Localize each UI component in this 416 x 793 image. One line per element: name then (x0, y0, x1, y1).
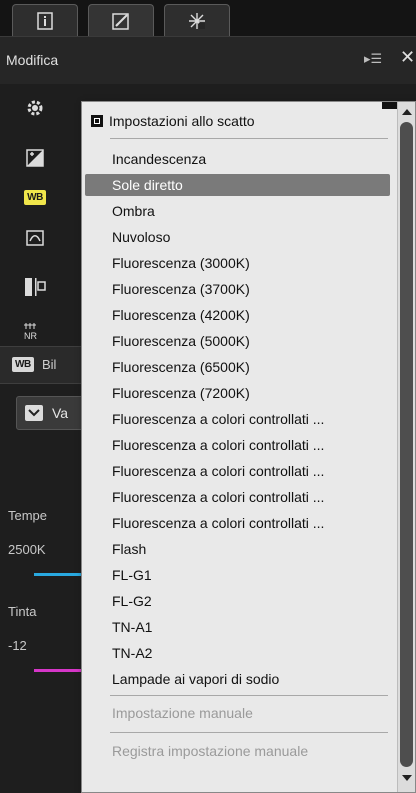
scroll-down-icon[interactable] (398, 770, 415, 786)
menu-item[interactable]: Fluorescenza a colori controllati ... (85, 486, 390, 508)
white-balance-mode-select[interactable]: Va (16, 396, 90, 430)
tint-label: Tinta (8, 604, 37, 619)
menu-item[interactable]: TN-A2 (85, 642, 390, 664)
popup-notch (382, 102, 398, 109)
info-icon (37, 11, 53, 30)
tint-slider[interactable] (34, 669, 84, 672)
menu-separator (110, 732, 388, 733)
menu-item-disabled: Registra impostazione manuale (112, 743, 309, 759)
menu-item[interactable]: Flash (85, 538, 390, 560)
menu-item-disabled: Impostazione manuale (112, 705, 253, 721)
tab-info[interactable] (12, 4, 78, 36)
menu-item[interactable]: Fluorescenza a colori controllati ... (85, 460, 390, 482)
levels-icon[interactable] (22, 274, 48, 300)
menu-item[interactable]: Fluorescenza (4200K) (85, 304, 390, 326)
white-balance-dropdown-menu: Impostazioni allo scatto Incandescenza S… (81, 101, 416, 793)
menu-item[interactable]: Fluorescenza (3000K) (85, 252, 390, 274)
scrollbar-thumb[interactable] (400, 122, 413, 767)
menu-scrollbar[interactable] (397, 102, 415, 792)
menu-item[interactable]: Fluorescenza a colori controllati ... (85, 434, 390, 456)
section-label: Bil (42, 357, 57, 372)
menu-item[interactable]: TN-A1 (85, 616, 390, 638)
menu-item[interactable]: Incandescenza (85, 148, 390, 170)
wb-section-badge: WB (12, 357, 34, 372)
white-balance-section[interactable]: WB Bil (0, 346, 86, 384)
menu-separator (110, 695, 388, 696)
tab-strip (0, 0, 416, 36)
menu-separator (110, 138, 388, 139)
scroll-up-icon[interactable] (398, 104, 415, 120)
menu-item[interactable]: Lampade ai vapori di sodio (85, 668, 390, 690)
wb-badge: WB (24, 189, 46, 205)
menu-item[interactable]: Fluorescenza a colori controllati ... (85, 512, 390, 534)
chevron-down-icon (25, 405, 43, 421)
close-icon[interactable]: ✕ (400, 47, 415, 68)
menu-item[interactable]: Nuvoloso (85, 226, 390, 248)
menu-item-selected[interactable]: Sole diretto (85, 174, 390, 196)
checked-icon (91, 115, 103, 127)
tint-value: -12 (8, 638, 27, 653)
tab-effects[interactable] (164, 4, 230, 36)
menu-item[interactable]: Fluorescenza (5000K) (85, 330, 390, 352)
menu-item[interactable]: Fluorescenza a colori controllati ... (85, 408, 390, 430)
sparkle-icon (189, 12, 205, 29)
menu-item[interactable]: Ombra (85, 200, 390, 222)
edit-icon (112, 12, 129, 30)
tab-edit[interactable] (88, 4, 154, 36)
menu-item-label: Impostazioni allo scatto (109, 113, 255, 129)
exposure-icon[interactable] (22, 145, 48, 171)
white-balance-icon[interactable]: WB (22, 184, 48, 210)
noise-reduction-icon[interactable]: NR (22, 318, 48, 344)
menu-item-shooting-settings[interactable]: Impostazioni allo scatto (85, 110, 390, 132)
panel-menu-icon[interactable]: ▸☰ (364, 51, 382, 67)
temperature-value: 2500K (8, 542, 46, 557)
mode-select-value: Va (52, 405, 69, 421)
menu-item[interactable]: Fluorescenza (3700K) (85, 278, 390, 300)
svg-text:NR: NR (24, 331, 37, 341)
panel-header: Modifica ▸☰ ✕ (0, 36, 416, 84)
menu-item[interactable]: Fluorescenza (6500K) (85, 356, 390, 378)
temperature-label: Tempe (8, 508, 48, 523)
temperature-slider[interactable] (34, 573, 84, 576)
menu-item[interactable]: FL-G2 (85, 590, 390, 612)
picture-control-icon[interactable] (22, 225, 48, 251)
panel-title: Modifica (6, 52, 59, 68)
gear-icon[interactable] (22, 95, 48, 121)
menu-item[interactable]: FL-G1 (85, 564, 390, 586)
menu-item[interactable]: Fluorescenza (7200K) (85, 382, 390, 404)
